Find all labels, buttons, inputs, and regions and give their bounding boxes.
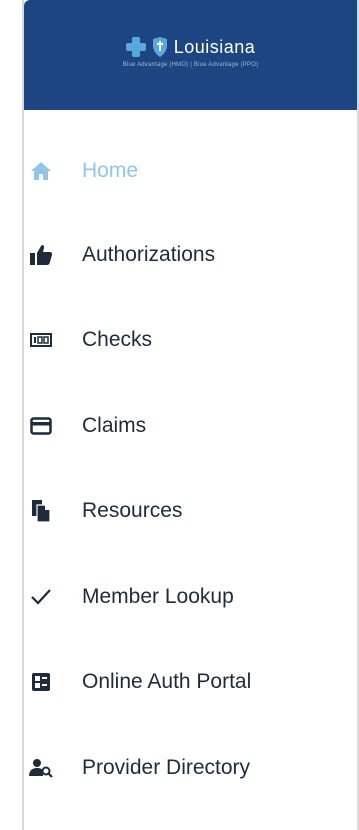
home-icon bbox=[28, 158, 54, 184]
sidebar-nav: Home Authorizations Checks Claims Resour… bbox=[24, 110, 357, 811]
sidebar-item-label: Online Auth Portal bbox=[82, 670, 252, 694]
document-copy-icon bbox=[28, 498, 54, 524]
sidebar-item-resources[interactable]: Resources bbox=[24, 469, 357, 555]
sidebar-item-authorizations[interactable]: Authorizations bbox=[24, 212, 357, 298]
checkmark-icon bbox=[28, 584, 54, 610]
sidebar-item-home[interactable]: Home bbox=[24, 130, 357, 212]
sidebar-item-label: Claims bbox=[82, 413, 147, 437]
blue-cross-icon bbox=[125, 37, 146, 57]
frame-left bbox=[0, 0, 23, 830]
sidebar-item-label: Member Lookup bbox=[82, 584, 234, 608]
brand-logo[interactable]: Louisiana bbox=[125, 36, 256, 58]
sidebar-item-label: Provider Directory bbox=[82, 755, 251, 779]
app-window: Louisiana Blue Advantage (HMO) | Blue Ad… bbox=[0, 0, 359, 830]
sidebar: Louisiana Blue Advantage (HMO) | Blue Ad… bbox=[24, 0, 357, 830]
sidebar-item-label: Resources bbox=[82, 499, 183, 523]
brand-subtitle: Blue Advantage (HMO) | Blue Advantage (P… bbox=[122, 61, 259, 68]
sidebar-item-online-auth-portal[interactable]: Online Auth Portal bbox=[24, 640, 357, 726]
sidebar-item-member-lookup[interactable]: Member Lookup bbox=[24, 554, 357, 640]
brand-name: Louisiana bbox=[173, 36, 256, 57]
sidebar-item-label: Authorizations bbox=[82, 242, 216, 266]
thumbs-up-icon bbox=[28, 242, 54, 268]
sidebar-item-label: Home bbox=[82, 159, 139, 182]
check-money-icon bbox=[28, 327, 54, 353]
sidebar-item-claims[interactable]: Claims bbox=[24, 383, 357, 469]
id-card-icon bbox=[28, 669, 54, 695]
sidebar-item-label: Checks bbox=[82, 328, 153, 352]
sidebar-item-provider-directory[interactable]: Provider Directory bbox=[24, 725, 357, 811]
user-search-icon bbox=[28, 755, 54, 781]
sidebar-header: Louisiana Blue Advantage (HMO) | Blue Ad… bbox=[24, 0, 357, 110]
card-icon bbox=[28, 413, 54, 439]
blue-shield-icon bbox=[152, 37, 168, 57]
sidebar-item-checks[interactable]: Checks bbox=[24, 298, 357, 384]
